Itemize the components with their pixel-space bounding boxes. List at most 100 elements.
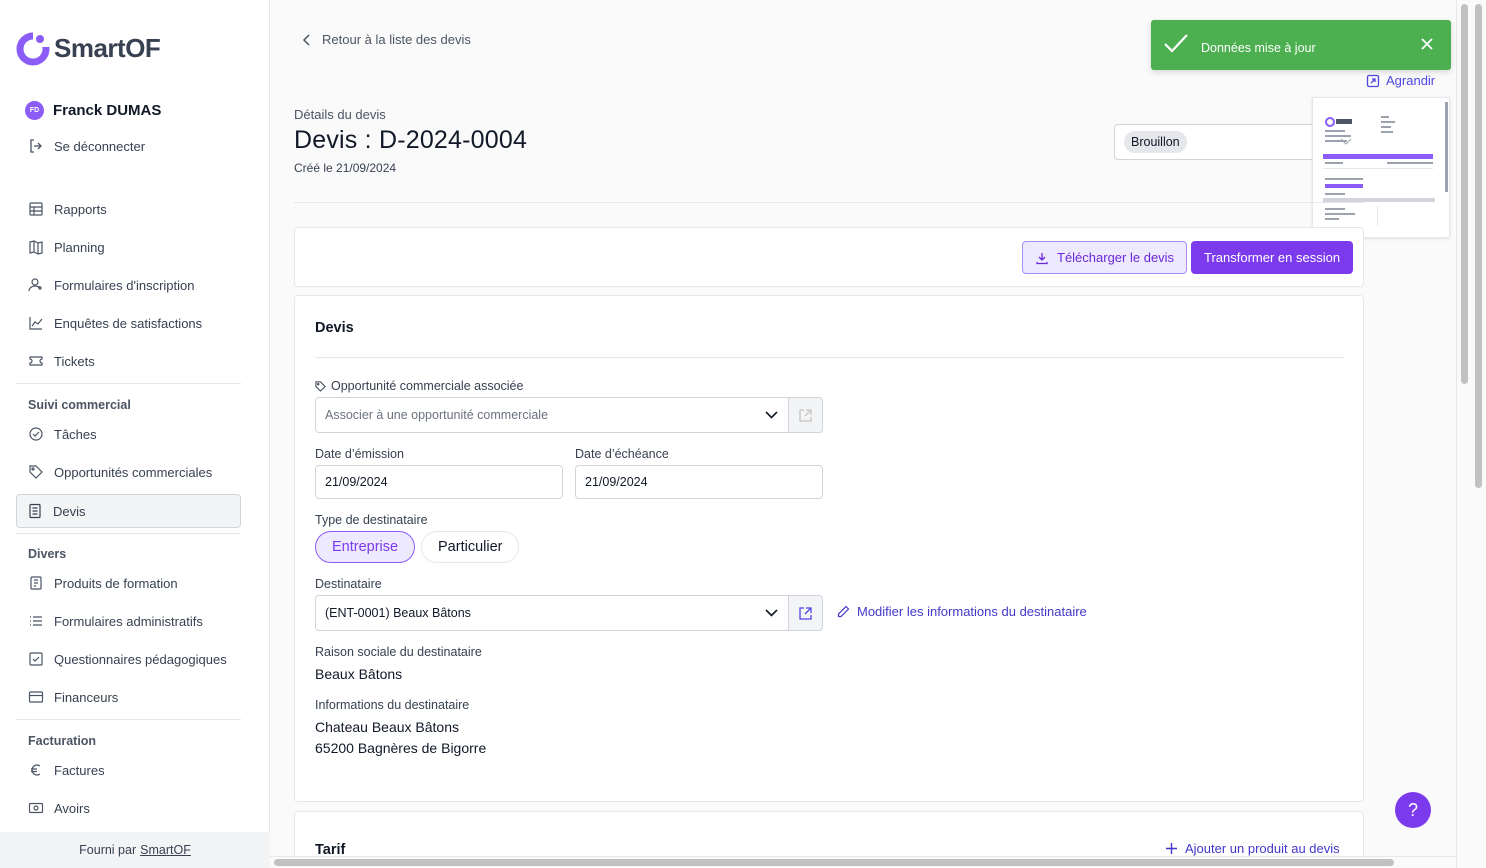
expand-preview-link[interactable]: Agrandir	[1366, 73, 1435, 88]
external-link-icon	[799, 606, 812, 620]
issue-date-input[interactable]	[315, 465, 563, 499]
section-title-divers: Divers	[28, 547, 67, 561]
expand-label: Agrandir	[1386, 73, 1436, 88]
recipient-info-line2: 65200 Bagnères de Bigorre	[315, 740, 487, 756]
page-subtitle: Détails du devis	[294, 107, 386, 122]
edit-recipient-label: Modifier les informations du destinatair…	[857, 604, 1087, 619]
sidebar-item-label: Formulaires d'inscription	[54, 277, 195, 293]
recipient-type-company-toggle[interactable]: Entreprise	[315, 531, 416, 563]
logout-label: Se déconnecter	[54, 138, 146, 154]
scrollbar-thumb[interactable]	[1461, 4, 1468, 384]
opportunity-label-text: Opportunité commerciale associée	[331, 379, 524, 393]
company-name-label: Raison sociale du destinataire	[315, 645, 482, 659]
sidebar-item-devis[interactable]: Devis	[16, 494, 241, 528]
open-opportunity-button[interactable]	[788, 397, 823, 433]
sidebar-footer: Fourni par SmartOF	[0, 832, 270, 868]
sidebar-item-taches[interactable]: Tâches	[16, 417, 241, 451]
avatar: FD	[25, 101, 44, 120]
banknote-icon	[28, 802, 44, 814]
tarif-title: Tarif	[315, 842, 346, 856]
quote-preview-thumbnail[interactable]	[1312, 97, 1450, 238]
opportunity-select[interactable]: Associer à une opportunité commerciale	[315, 397, 789, 433]
sidebar-item-rapports[interactable]: Rapports	[16, 192, 241, 226]
status-select[interactable]: Brouillon	[1114, 124, 1334, 160]
scrollbar-thumb[interactable]	[274, 859, 1394, 866]
opportunity-placeholder: Associer à une opportunité commerciale	[325, 408, 549, 422]
sidebar-item-label: Tâches	[54, 426, 97, 442]
nav-divider	[16, 533, 241, 534]
edit-recipient-link[interactable]: Modifier les informations du destinatair…	[837, 604, 1087, 619]
footer-link[interactable]: SmartOF	[140, 843, 191, 857]
smartof-logo-icon	[16, 32, 50, 66]
due-date-input[interactable]	[575, 465, 823, 499]
sidebar-item-label: Avoirs	[54, 800, 90, 816]
chevron-down-icon	[754, 398, 788, 432]
check-circle-icon	[29, 427, 43, 441]
pencil-icon	[837, 605, 850, 618]
recipient-label: Destinataire	[315, 577, 382, 591]
main-content: Retour à la liste des devis Agrandir Dét…	[270, 0, 1456, 856]
sidebar-item-opportunites[interactable]: Opportunités commerciales	[16, 455, 241, 489]
list-icon	[30, 616, 42, 626]
sidebar-item-label: Planning	[54, 239, 105, 255]
issue-date-label: Date d’émission	[315, 447, 404, 461]
section-title-facturation: Facturation	[28, 734, 97, 748]
sidebar-item-financeurs[interactable]: Financeurs	[16, 680, 241, 714]
sidebar-item-label: Devis	[53, 503, 86, 519]
user-profile: FD Franck DUMAS	[25, 101, 161, 120]
sidebar-item-avoirs[interactable]: Avoirs	[16, 791, 241, 825]
back-to-list-link[interactable]: Retour à la liste des devis	[302, 32, 471, 47]
vertical-scrollbar[interactable]	[1456, 0, 1486, 868]
close-icon[interactable]	[1419, 36, 1435, 52]
sidebar-item-produits[interactable]: Produits de formation	[16, 566, 241, 600]
help-button[interactable]: ?	[1395, 792, 1431, 828]
sidebar-item-label: Opportunités commerciales	[54, 464, 213, 480]
sidebar-item-formulaires-inscription[interactable]: Formulaires d'inscription	[16, 268, 241, 302]
sidebar-item-label: Formulaires administratifs	[54, 613, 203, 629]
sidebar-item-formulaires-admin[interactable]: Formulaires administratifs	[16, 604, 241, 638]
tag-icon	[315, 380, 326, 392]
status-badge: Brouillon	[1124, 131, 1187, 153]
brand-name: SmartOF	[54, 32, 161, 63]
open-recipient-button[interactable]	[788, 595, 823, 631]
opportunity-label: Opportunité commerciale associée	[315, 379, 523, 393]
external-link-icon	[799, 408, 812, 422]
actions-card: Télécharger le devis Transformer en sess…	[294, 227, 1364, 287]
sidebar-item-tickets[interactable]: Tickets	[16, 344, 241, 378]
sidebar-item-factures[interactable]: Factures	[16, 753, 241, 787]
chevron-down-icon	[754, 596, 788, 630]
sidebar-item-planning[interactable]: Planning	[16, 230, 241, 264]
recipient-select[interactable]: (ENT-0001) Beaux Bâtons	[315, 595, 789, 631]
euro-icon	[31, 764, 41, 776]
section-title-suivi-commercial: Suivi commercial	[28, 398, 131, 412]
horizontal-scrollbar[interactable]	[270, 856, 1456, 868]
tag-icon	[29, 465, 43, 479]
ticket-icon	[29, 356, 43, 366]
toast-message: Données mise à jour	[1201, 41, 1316, 55]
due-date-label: Date d’échéance	[575, 447, 669, 461]
user-plus-icon	[28, 278, 42, 292]
scrollbar-thumb[interactable]	[1475, 4, 1482, 488]
recipient-info-label: Informations du destinataire	[315, 698, 470, 712]
sidebar-item-enquetes[interactable]: Enquêtes de satisfactions	[16, 306, 241, 340]
logout-icon	[30, 139, 42, 153]
brand-logo[interactable]: SmartOF	[16, 30, 161, 66]
document-icon	[29, 503, 41, 519]
expand-icon	[1366, 74, 1380, 87]
chevron-left-icon	[302, 33, 310, 46]
tarif-card: Tarif Ajouter un produit au devis	[294, 811, 1364, 856]
sidebar-item-questionnaires[interactable]: Questionnaires pédagogiques	[16, 642, 241, 676]
add-product-link[interactable]: Ajouter un produit au devis	[1165, 841, 1340, 856]
recipient-type-individual-toggle[interactable]: Particulier	[421, 531, 520, 563]
map-icon	[29, 240, 43, 255]
download-label: Télécharger le devis	[1057, 250, 1175, 265]
nav-divider	[16, 719, 241, 720]
success-toast: Données mise à jour	[1151, 20, 1451, 70]
sidebar-item-label: Financeurs	[54, 689, 119, 705]
transform-to-session-button[interactable]: Transformer en session	[1191, 241, 1354, 274]
header-divider	[294, 202, 1364, 203]
nav-divider	[16, 383, 241, 384]
logout-button[interactable]: Se déconnecter	[16, 129, 241, 163]
card-icon	[28, 691, 44, 703]
download-quote-button[interactable]: Télécharger le devis	[1022, 241, 1188, 274]
